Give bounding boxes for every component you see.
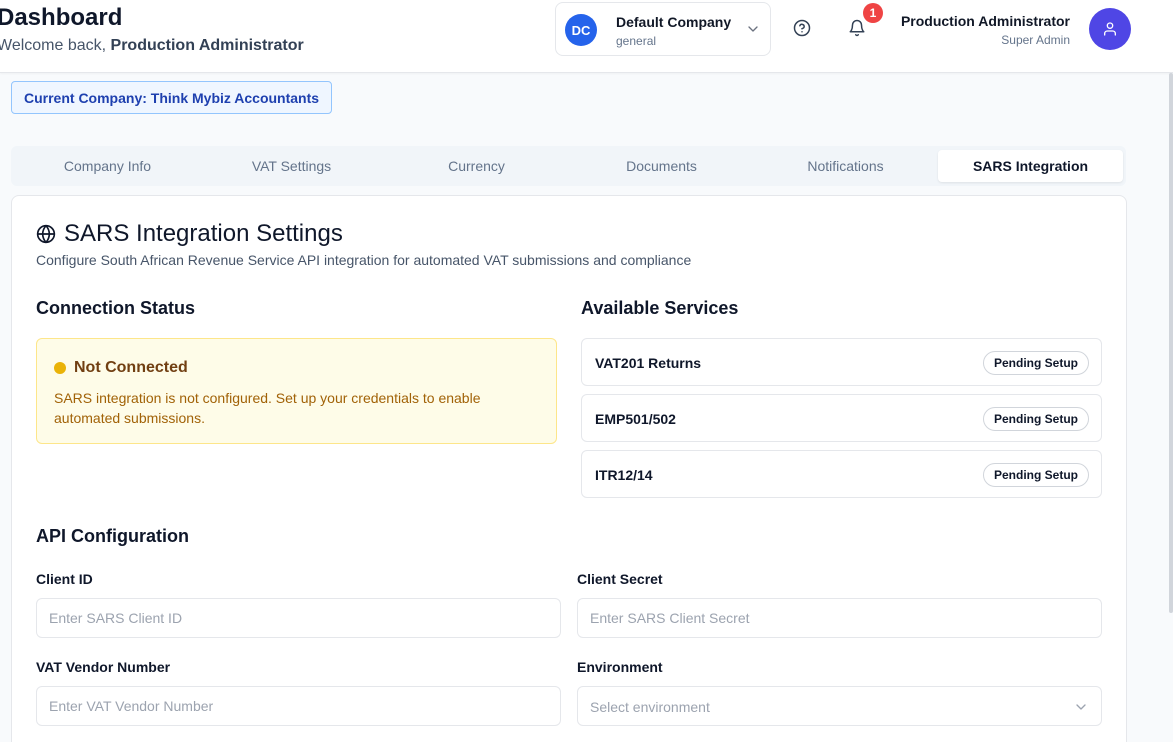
top-bar: Dashboard Welcome back, Production Admin… bbox=[0, 0, 1173, 73]
available-services-heading: Available Services bbox=[581, 298, 739, 318]
chevron-down-icon bbox=[1076, 704, 1086, 710]
connection-status-heading: Connection Status bbox=[36, 298, 196, 318]
chevron-down-icon bbox=[748, 26, 758, 32]
vat-vendor-number-input[interactable] bbox=[36, 686, 561, 726]
company-switcher-subtitle: general bbox=[616, 34, 657, 48]
welcome-message: Welcome back, Production Administrator bbox=[0, 37, 304, 55]
sars-integration-card: SARS Integration Settings Configure Sout… bbox=[11, 195, 1127, 742]
tab-company-info[interactable]: Company Info bbox=[15, 150, 200, 182]
card-header: SARS Integration Settings bbox=[36, 220, 343, 248]
environment-select[interactable]: Select environment bbox=[577, 686, 1102, 726]
bell-icon[interactable] bbox=[848, 19, 866, 37]
notification-count-badge: 1 bbox=[863, 3, 883, 23]
environment-select-placeholder: Select environment bbox=[590, 699, 710, 715]
service-name: ITR12/14 bbox=[595, 467, 653, 483]
user-avatar[interactable] bbox=[1089, 8, 1131, 50]
tab-vat-settings[interactable]: VAT Settings bbox=[199, 150, 384, 182]
page-title: Dashboard bbox=[0, 4, 123, 31]
company-switcher[interactable]: DC Default Company general bbox=[555, 2, 771, 56]
service-item: VAT201 Returns Pending Setup bbox=[581, 338, 1102, 386]
welcome-prefix: Welcome back, bbox=[0, 37, 107, 54]
api-configuration-heading: API Configuration bbox=[36, 526, 189, 546]
card-title: SARS Integration Settings bbox=[64, 220, 343, 247]
user-role: Super Admin bbox=[1001, 33, 1070, 47]
tab-documents[interactable]: Documents bbox=[569, 150, 754, 182]
client-id-label: Client ID bbox=[36, 571, 93, 587]
status-badge: Pending Setup bbox=[983, 351, 1089, 375]
vat-vendor-number-label: VAT Vendor Number bbox=[36, 659, 171, 675]
company-switcher-name: Default Company bbox=[616, 14, 732, 30]
user-icon bbox=[1104, 22, 1116, 36]
connection-status-message: SARS integration is not configured. Set … bbox=[54, 390, 481, 426]
service-name: EMP501/502 bbox=[595, 411, 676, 427]
service-item: EMP501/502 Pending Setup bbox=[581, 394, 1102, 442]
service-name: VAT201 Returns bbox=[595, 355, 702, 371]
client-secret-input[interactable] bbox=[577, 598, 1102, 638]
user-name: Production Administrator bbox=[900, 13, 1070, 29]
environment-label: Environment bbox=[577, 659, 663, 675]
company-avatar: DC bbox=[565, 14, 597, 46]
current-company-badge: Current Company: Think Mybiz Accountants bbox=[11, 81, 333, 114]
status-badge: Pending Setup bbox=[983, 407, 1089, 431]
service-item: ITR12/14 Pending Setup bbox=[581, 450, 1102, 498]
settings-tabs: Company Info VAT Settings Currency Docum… bbox=[11, 146, 1126, 186]
status-dot bbox=[54, 362, 66, 374]
client-secret-label: Client Secret bbox=[577, 571, 663, 587]
card-description: Configure South African Revenue Service … bbox=[36, 252, 692, 268]
connection-status-label: Not Connected bbox=[74, 359, 188, 376]
connection-status-alert: Not Connected SARS integration is not co… bbox=[36, 338, 557, 444]
tab-notifications[interactable]: Notifications bbox=[753, 150, 938, 182]
tab-currency[interactable]: Currency bbox=[384, 150, 569, 182]
globe-icon bbox=[36, 224, 56, 244]
tab-sars-integration[interactable]: SARS Integration bbox=[938, 150, 1123, 182]
page-scrollbar[interactable] bbox=[1169, 73, 1173, 613]
status-badge: Pending Setup bbox=[983, 463, 1089, 487]
help-circle-icon[interactable] bbox=[793, 19, 811, 37]
client-id-input[interactable] bbox=[36, 598, 561, 638]
welcome-user-name: Production Administrator bbox=[110, 37, 304, 54]
